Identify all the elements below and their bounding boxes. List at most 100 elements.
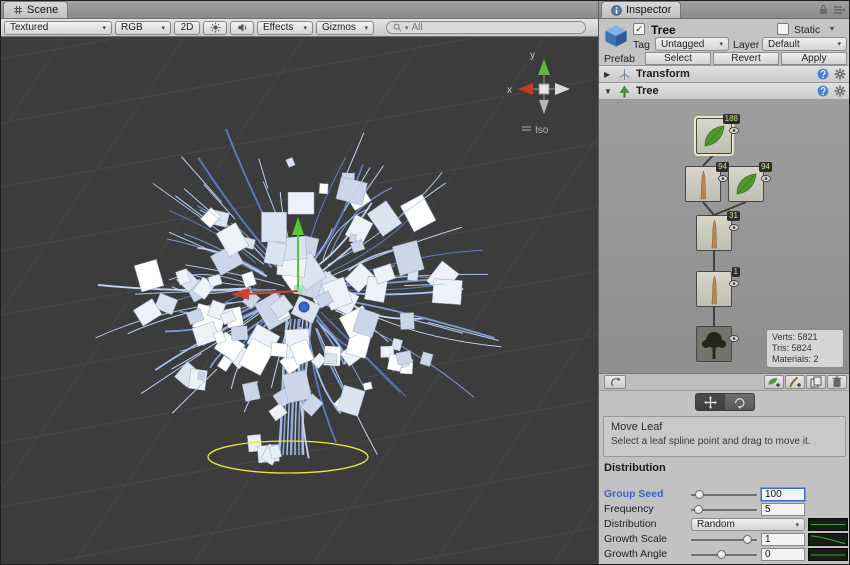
rotate-icon	[733, 396, 746, 409]
group-seed-field[interactable]: 100	[761, 488, 805, 501]
component-transform-header[interactable]: ▶ Transform	[599, 66, 850, 83]
add-leaf-group-button[interactable]	[764, 375, 784, 389]
tree-node-branch-group-94[interactable]: 94	[685, 166, 721, 202]
scene-viewport[interactable]: y x Iso	[1, 37, 598, 565]
duplicate-node-button[interactable]	[806, 375, 826, 389]
shading-mode-dropdown[interactable]: Textured▾	[4, 21, 112, 35]
tool-title: Move Leaf	[611, 421, 838, 433]
growth-angle-slider[interactable]	[691, 547, 757, 562]
growth-angle-curve-field[interactable]	[808, 548, 848, 561]
distribution-curve-field[interactable]	[808, 518, 848, 531]
tab-inspector[interactable]: Inspector	[601, 1, 681, 18]
refresh-button[interactable]	[604, 375, 626, 389]
gizmos-dropdown[interactable]: Gizmos▾	[316, 21, 374, 35]
field-growth-angle: Growth Angle 0	[599, 547, 850, 562]
slider-thumb[interactable]	[695, 490, 704, 499]
projection-mode-label[interactable]: Iso	[535, 125, 549, 136]
field-distribution: Distribution Random▾	[599, 517, 850, 532]
foldout-icon[interactable]: ▼	[604, 87, 613, 96]
growth-angle-field[interactable]: 0	[761, 548, 805, 561]
tree-node-leaf-group-94[interactable]: 94	[728, 166, 764, 202]
growth-scale-slider[interactable]	[691, 532, 757, 547]
foldout-icon[interactable]: ▶	[604, 70, 613, 79]
gameobject-cube-icon	[603, 23, 629, 49]
chevron-down-icon: ▾	[161, 24, 165, 32]
transform-icon	[618, 68, 631, 81]
growth-scale-curve-field[interactable]	[808, 533, 848, 546]
slider-thumb[interactable]	[717, 550, 726, 559]
static-checkbox[interactable]	[777, 23, 789, 35]
tree-stats-box: Verts: 5821 Tris: 5824 Materials: 2	[766, 329, 844, 368]
slider-thumb[interactable]	[743, 535, 752, 544]
tree-node-branch-group-1[interactable]: 1	[696, 271, 732, 307]
scene-search-input[interactable]: ▾ All	[386, 21, 586, 34]
gear-icon[interactable]	[834, 85, 846, 97]
chevron-down-icon: ▾	[364, 24, 368, 32]
frequency-slider[interactable]	[691, 502, 757, 517]
unity-editor-window: Scene Textured▾ RGB▾ 2D Effects▾	[0, 0, 850, 565]
leaf-edit-mode-buttons	[599, 393, 850, 411]
lock-icon[interactable]	[819, 4, 828, 15]
tree-node-branch-group-31[interactable]: 31	[696, 215, 732, 251]
sun-icon	[210, 22, 221, 33]
trash-icon	[832, 376, 842, 388]
tree-node-root[interactable]	[696, 326, 732, 362]
tab-scene-label: Scene	[27, 4, 58, 16]
gear-icon[interactable]	[834, 68, 846, 80]
delete-node-button[interactable]	[827, 375, 847, 389]
visibility-eye-icon[interactable]	[729, 224, 739, 231]
scene-panel: Scene Textured▾ RGB▾ 2D Effects▾	[1, 1, 598, 565]
growth-angle-curve	[809, 549, 847, 560]
tab-scene[interactable]: Scene	[3, 1, 68, 18]
orientation-gizmo[interactable]: y x Iso	[507, 50, 570, 136]
stats-materials: Materials: 2	[772, 354, 838, 365]
prefab-revert-button[interactable]: Revert	[713, 52, 779, 65]
field-growth-scale: Growth Scale 1	[599, 532, 850, 547]
visibility-eye-icon[interactable]	[729, 127, 739, 134]
visibility-eye-icon[interactable]	[761, 175, 771, 182]
help-icon[interactable]	[817, 68, 829, 80]
leaf-thumbnail	[729, 167, 763, 201]
gameobject-header: ✓ Tree Static ▾ Tag Untagged▾ Layer Defa…	[599, 19, 850, 66]
render-mode-dropdown[interactable]: RGB▾	[115, 21, 171, 35]
tag-dropdown[interactable]: Untagged▾	[655, 37, 729, 51]
rotate-leaf-mode-button[interactable]	[725, 393, 755, 411]
panel-menu-icon[interactable]	[833, 5, 845, 15]
frequency-field[interactable]: 5	[761, 503, 805, 516]
tag-label: Tag	[633, 39, 650, 51]
lighting-toggle-button[interactable]	[203, 21, 227, 35]
distribution-dropdown[interactable]: Random▾	[691, 518, 805, 531]
tree-component-icon	[618, 85, 631, 98]
active-checkbox[interactable]: ✓	[633, 23, 645, 35]
prefab-apply-button[interactable]: Apply	[781, 52, 847, 65]
stats-tris: Tris: 5824	[772, 343, 838, 354]
tree-node-leaf-group-top[interactable]: 188	[696, 118, 732, 154]
distribution-curve	[809, 519, 847, 530]
prefab-select-button[interactable]: Select	[645, 52, 711, 65]
2d-toggle-button[interactable]: 2D	[174, 21, 200, 35]
visibility-eye-icon[interactable]	[729, 335, 739, 342]
stats-verts: Verts: 5821	[772, 332, 838, 343]
tree-hierarchy-canvas[interactable]: 188 94 94 31 1	[599, 100, 850, 374]
help-icon[interactable]	[817, 85, 829, 97]
field-frequency: Frequency 5	[599, 502, 850, 517]
gameobject-name[interactable]: Tree	[651, 23, 676, 37]
slider-thumb[interactable]	[694, 505, 703, 514]
visibility-eye-icon[interactable]	[718, 175, 728, 182]
static-dropdown-icon[interactable]: ▾	[830, 24, 834, 33]
growth-scale-curve	[809, 534, 847, 545]
add-branch-group-button[interactable]	[785, 375, 805, 389]
component-tree-header[interactable]: ▼ Tree	[599, 83, 850, 100]
distribution-label: Distribution	[604, 518, 657, 530]
growth-scale-field[interactable]: 1	[761, 533, 805, 546]
group-seed-slider[interactable]	[691, 487, 757, 502]
search-filter-value: All	[412, 22, 423, 33]
leaf-thumbnail	[697, 119, 731, 153]
chevron-down-icon: ▾	[837, 40, 841, 48]
audio-toggle-button[interactable]	[230, 21, 254, 35]
add-branch-icon	[788, 376, 802, 388]
visibility-eye-icon[interactable]	[729, 280, 739, 287]
move-leaf-mode-button[interactable]	[695, 393, 725, 411]
effects-dropdown[interactable]: Effects▾	[257, 21, 313, 35]
layer-dropdown[interactable]: Default▾	[762, 37, 847, 51]
